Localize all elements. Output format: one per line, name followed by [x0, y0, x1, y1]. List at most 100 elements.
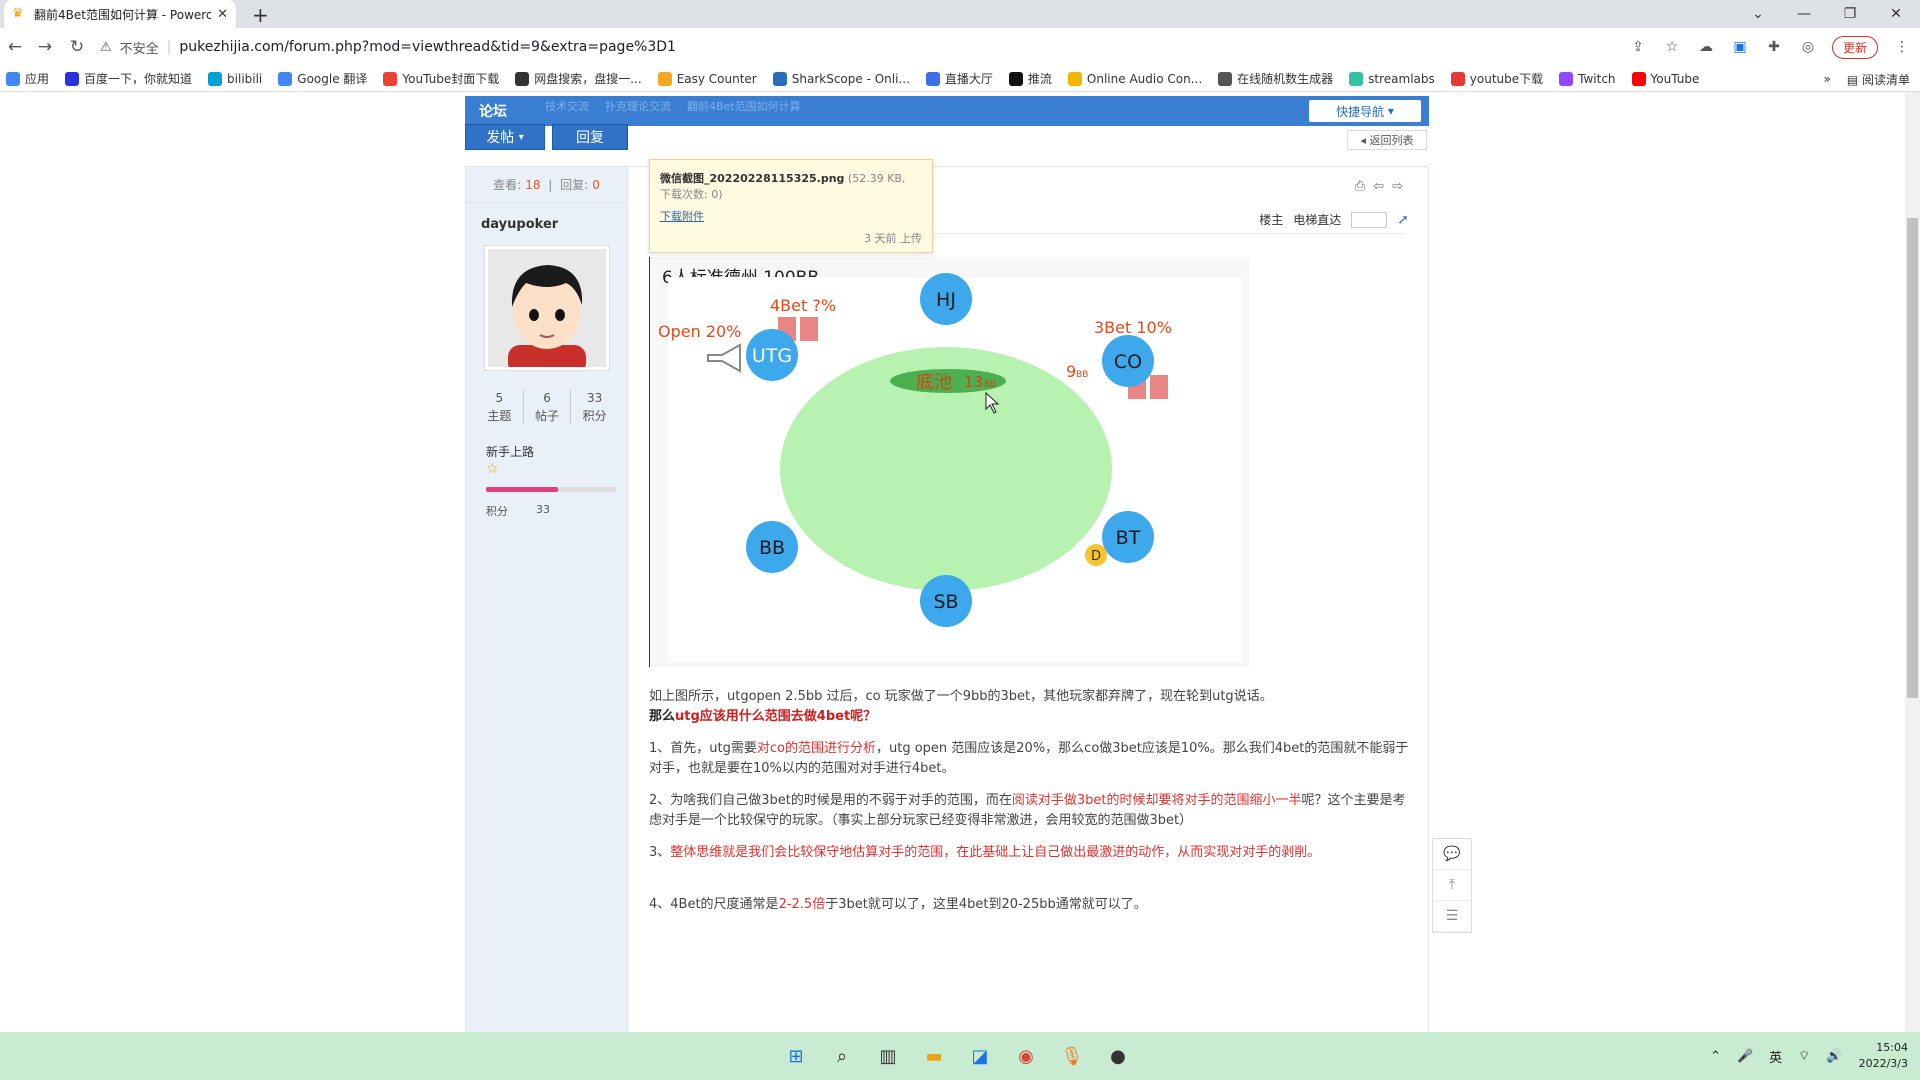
close-window-icon[interactable]: ✕ [1873, 0, 1919, 28]
clock-time: 15:04 [1876, 1041, 1908, 1054]
new-tab-icon[interactable]: + [252, 3, 269, 27]
breadcrumb: 技术交流 扑克理论交流 翻前4Bet范围如何计算 [545, 98, 801, 114]
update-button[interactable]: 更新 [1831, 35, 1878, 59]
bookmark-item[interactable]: 应用 [6, 70, 49, 87]
reply-button[interactable]: 回复 [552, 124, 628, 150]
bookmark-label: Twitch [1578, 71, 1616, 86]
volume-icon[interactable]: 🔊 [1826, 1049, 1842, 1064]
topics-stat[interactable]: 5 主题 [476, 389, 524, 425]
share-icon[interactable]: ⇪ [1628, 39, 1648, 55]
poker-table-diagram: 底池 13 BB Open 20% 4Bet ?% 3Bet 10% 9 BB [658, 273, 1242, 662]
list-icon[interactable]: ☰ [1433, 901, 1471, 932]
file-explorer-icon[interactable]: ▬ [922, 1044, 946, 1068]
bookmark-favicon-icon [1559, 71, 1574, 86]
floor-owner-label[interactable]: 楼主 [1259, 211, 1283, 228]
store-icon[interactable]: ◪ [968, 1044, 992, 1068]
start-windows-icon[interactable]: ⊞ [784, 1044, 808, 1068]
avatar[interactable] [484, 245, 610, 375]
browser-tab[interactable]: ♛ 翻前4Bet范围如何计算 - Powerc ✕ [4, 0, 236, 28]
warning-icon[interactable]: ⚠ [100, 40, 112, 55]
bookmark-item[interactable]: 网盘搜索，盘搜一... [515, 70, 642, 87]
bookmark-item[interactable]: Easy Counter [657, 71, 757, 86]
bookmark-label: Online Audio Con... [1086, 71, 1203, 86]
microphone-icon[interactable]: 🎙 [1060, 1044, 1084, 1068]
rank-progress-fill [486, 487, 558, 492]
back-to-list-button[interactable]: ◂ 返回列表 [1347, 130, 1427, 150]
posts-label: 帖子 [535, 409, 560, 423]
bookmark-item[interactable]: 在线随机数生成器 [1218, 70, 1333, 87]
back-icon[interactable]: ← [0, 37, 30, 57]
user-rank[interactable]: 新手上路 [486, 443, 534, 460]
extensions-puzzle-icon[interactable]: ✚ [1764, 39, 1784, 55]
page-scrollbar[interactable] [1905, 92, 1920, 1032]
tray-chevron-up-icon[interactable]: ⌃ [1710, 1049, 1721, 1064]
new-extension-icon[interactable]: ▣ [1730, 39, 1750, 55]
bookmark-favicon-icon [925, 71, 940, 86]
paragraph: 4、4Bet的尺度通常是2-2.5倍于3bet就可以了，这里4bet到20-25… [649, 895, 1409, 915]
points-label: 积分 [582, 409, 607, 423]
forum-logo[interactable]: 论坛 [479, 101, 507, 121]
next-thread-icon[interactable]: ⇨ [1392, 179, 1403, 194]
seat-bb-label: BB [759, 537, 785, 559]
floor-number-input[interactable] [1351, 211, 1388, 228]
bookmark-item[interactable]: YouTube封面下载 [383, 70, 499, 87]
bookmark-item[interactable]: YouTube [1631, 71, 1699, 86]
profile-icon[interactable]: ◎ [1798, 39, 1818, 55]
bookmark-item[interactable]: streamlabs [1349, 71, 1435, 86]
close-tab-icon[interactable]: ✕ [217, 7, 228, 22]
print-icon[interactable]: ⎙ [1355, 179, 1365, 194]
url-text[interactable]: pukezhijia.com/forum.php?mod=viewthread&… [179, 39, 676, 55]
bookmark-item[interactable]: 推流 [1008, 70, 1052, 87]
pot-unit: BB [984, 380, 996, 390]
paragraph: 2、为啥我们自己做3bet的时候是用的不弱于对手的范围，而在阅读对手做3bet的… [649, 791, 1409, 831]
cloud-extension-icon[interactable]: ☁ [1696, 39, 1716, 55]
poker-table-figure[interactable]: 6人标准德州 100BB 底池 13 BB Open 20% 4Bet ?% 3… [649, 257, 1249, 667]
bookmark-label: youtube下载 [1469, 72, 1544, 86]
mic-tray-icon[interactable]: 🎤 [1737, 1049, 1753, 1064]
menu-kebab-icon[interactable]: ⋮ [1892, 39, 1912, 55]
ime-indicator[interactable]: 英 [1769, 1047, 1782, 1066]
bookmark-item[interactable]: youtube下载 [1450, 70, 1544, 87]
quick-nav-button[interactable]: 快捷导航 ▾ [1309, 100, 1421, 122]
reading-list-label: 阅读清单 [1861, 72, 1910, 87]
bookmarks-more-icon[interactable]: » [1823, 72, 1830, 86]
bookmark-item[interactable]: SharkScope - Onli... [772, 71, 910, 86]
bookmark-item[interactable]: 直播大厅 [925, 70, 993, 87]
download-attachment-link[interactable]: 下载附件 [660, 208, 922, 224]
chrome-icon[interactable]: ◉ [1014, 1044, 1038, 1068]
go-arrow-icon[interactable]: ➚ [1397, 212, 1409, 228]
bookmark-item[interactable]: 百度一下，你就知道 [65, 70, 192, 87]
recorder-icon[interactable]: ● [1106, 1044, 1130, 1068]
forward-icon[interactable]: → [30, 37, 60, 57]
prev-thread-icon[interactable]: ⇦ [1373, 179, 1384, 194]
bookmark-item[interactable]: Twitch [1559, 71, 1616, 86]
bookmark-favicon-icon [278, 71, 293, 86]
restore-icon[interactable]: ❐ [1827, 0, 1873, 28]
task-view-icon[interactable]: ▥ [876, 1044, 900, 1068]
breadcrumb-item[interactable]: 技术交流 [545, 98, 589, 114]
breadcrumb-item[interactable]: 扑克理论交流 [605, 98, 671, 114]
reading-list-button[interactable]: ▤ 阅读清单 [1847, 71, 1910, 88]
minimize-icon[interactable]: — [1781, 0, 1827, 28]
insecure-label[interactable]: 不安全 [120, 38, 159, 57]
posts-stat[interactable]: 6 帖子 [524, 389, 572, 425]
new-post-button[interactable]: 发帖 ▾ [465, 124, 545, 150]
wifi-icon[interactable]: ⌔ [1798, 1048, 1810, 1064]
points-stat[interactable]: 33 积分 [571, 389, 618, 425]
breadcrumb-item[interactable]: 翻前4Bet范围如何计算 [687, 98, 801, 114]
avatar-image [488, 249, 606, 375]
author-name[interactable]: dayupoker [481, 217, 558, 232]
address-bar[interactable]: ⚠ 不安全 | pukezhijia.com/forum.php?mod=vie… [100, 33, 1680, 61]
bookmark-star-icon[interactable]: ☆ [1662, 39, 1682, 55]
scrollbar-thumb[interactable] [1907, 218, 1918, 698]
reload-icon[interactable]: ↻ [62, 37, 92, 57]
bookmark-item[interactable]: bilibili [208, 71, 262, 86]
reading-list-icon: ▤ [1846, 72, 1859, 87]
comment-icon[interactable]: 💬 [1433, 839, 1471, 870]
search-icon[interactable]: ⌕ [830, 1044, 854, 1068]
bookmark-item[interactable]: Online Audio Con... [1067, 71, 1203, 86]
back-to-top-icon[interactable]: ⤒ [1433, 870, 1471, 901]
tab-search-icon[interactable]: ⌄ [1735, 0, 1781, 28]
bookmark-item[interactable]: Google 翻译 [278, 70, 367, 87]
clock[interactable]: 15:04 2022/3/3 [1859, 1040, 1908, 1072]
